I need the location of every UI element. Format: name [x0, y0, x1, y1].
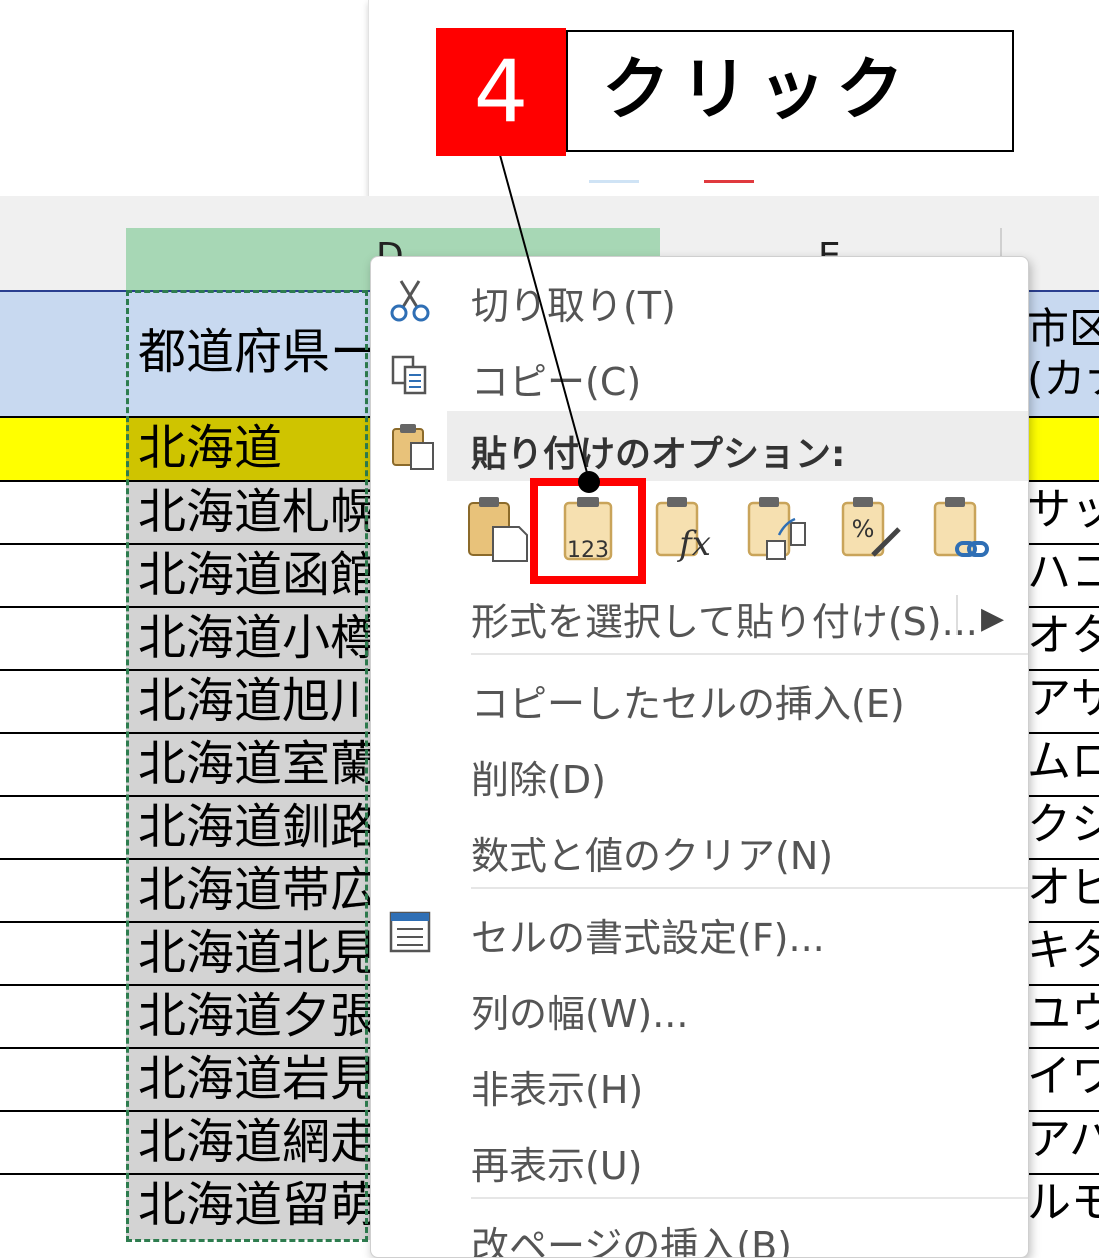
menu-item-insert-copied-cells[interactable]: コピーしたセルの挿入(E) [371, 663, 1028, 733]
menu-item-cut-label: 切り取り(T) [471, 284, 676, 328]
cell-c-prefecture[interactable] [0, 418, 126, 480]
paste-formulas-icon[interactable]: fx [651, 493, 721, 565]
cell-d[interactable]: 北海道岩見 [126, 1049, 370, 1110]
submenu-arrow-icon[interactable]: ▶ [981, 601, 1004, 636]
paste-options-header-label: 貼り付けのオプション: [471, 434, 846, 475]
cell-c[interactable] [0, 1049, 126, 1110]
cell-f-header[interactable]: 市区 (カナ [1025, 292, 1099, 416]
cell-c[interactable] [0, 608, 126, 669]
context-menu: 切り取り(T) コピー(C) 貼り付けのオプション: 123 fx % 形式を選… [370, 256, 1029, 1258]
menu-item-insert-page-break[interactable]: 改ページの挿入(B) [371, 1205, 1028, 1258]
menu-item-copy[interactable]: コピー(C) [371, 341, 1028, 411]
cell-f[interactable]: ルモイ [1025, 1175, 1099, 1240]
menu-separator [471, 887, 1028, 889]
cell-c[interactable] [0, 923, 126, 984]
cell-d[interactable]: 北海道小樽 [126, 608, 370, 669]
cell-c[interactable] [0, 1112, 126, 1173]
paste-options-header: 貼り付けのオプション: [447, 411, 1028, 481]
cell-f[interactable]: イワミ [1025, 1049, 1099, 1110]
cell-f[interactable]: ハコダ [1025, 545, 1099, 606]
menu-item-delete-label: 削除(D) [471, 758, 606, 802]
menu-item-unhide-label: 再表示(U) [471, 1144, 643, 1188]
cell-f-header-line2: (カナ [1027, 354, 1099, 404]
cell-c-header[interactable] [0, 292, 126, 416]
submenu-separator [956, 595, 958, 635]
cell-f[interactable]: サッポ [1025, 482, 1099, 543]
menu-item-insert-copied-cells-label: コピーしたセルの挿入(E) [471, 682, 905, 726]
cell-f[interactable]: キタミ [1025, 923, 1099, 984]
paste-icon[interactable] [463, 493, 533, 565]
cell-f[interactable]: オタル [1025, 608, 1099, 669]
cell-f[interactable]: オビヒ [1025, 860, 1099, 921]
paste-formatting-icon[interactable]: % [837, 493, 907, 565]
paste-transpose-icon[interactable] [743, 493, 813, 565]
cell-d[interactable]: 北海道函館 [126, 545, 370, 606]
cell-d[interactable]: 北海道北見 [126, 923, 370, 984]
menu-item-delete[interactable]: 削除(D) [371, 739, 1028, 809]
paste-link-icon[interactable] [929, 493, 999, 565]
cell-d[interactable]: 北海道留萌 [126, 1175, 370, 1240]
menu-item-format-cells-label: セルの書式設定(F)... [471, 916, 825, 960]
cell-d[interactable]: 北海道室蘭 [126, 734, 370, 795]
menu-item-column-width-label: 列の幅(W)... [471, 992, 689, 1036]
menu-item-column-width[interactable]: 列の幅(W)... [371, 973, 1028, 1043]
menu-item-copy-label: コピー(C) [471, 360, 642, 404]
svg-text:fx: fx [676, 524, 711, 564]
scissors-icon [390, 280, 430, 322]
callout-label: クリック [566, 30, 1014, 152]
cell-f[interactable]: クシロ [1025, 797, 1099, 858]
cell-d-header[interactable]: 都道府県ー [126, 292, 370, 416]
menu-item-paste-special-label: 形式を選択して貼り付け(S)... [471, 600, 978, 644]
svg-text:%: % [852, 515, 875, 543]
cell-c[interactable] [0, 1175, 126, 1240]
cell-c[interactable] [0, 986, 126, 1047]
cell-c[interactable] [0, 734, 126, 795]
cell-c[interactable] [0, 860, 126, 921]
cell-f[interactable]: ユウバ [1025, 986, 1099, 1047]
cell-f[interactable]: アバシ [1025, 1112, 1099, 1173]
menu-item-clear-contents[interactable]: 数式と値のクリア(N) [371, 815, 1028, 885]
menu-item-hide[interactable]: 非表示(H) [371, 1049, 1028, 1119]
menu-item-format-cells[interactable]: セルの書式設定(F)... [371, 897, 1028, 967]
cell-d[interactable]: 北海道旭川 [126, 671, 370, 732]
menu-item-paste-special[interactable]: 形式を選択して貼り付け(S)... [371, 581, 1028, 651]
highlight-frame [530, 478, 646, 584]
ribbon-color-mark-blue [589, 180, 639, 183]
format-cells-icon [389, 911, 431, 953]
menu-item-cut[interactable]: 切り取り(T) [371, 265, 1028, 335]
cell-f-header-line1: 市区 [1027, 304, 1099, 353]
copy-icon [391, 355, 427, 395]
menu-item-insert-page-break-label: 改ページの挿入(B) [471, 1224, 792, 1258]
cell-f[interactable]: アサヒ [1025, 671, 1099, 732]
cell-d[interactable]: 北海道帯広 [126, 860, 370, 921]
cell-d[interactable]: 北海道網走 [126, 1112, 370, 1173]
step-number-badge: 4 [436, 28, 566, 156]
cell-c[interactable] [0, 545, 126, 606]
menu-separator [471, 653, 1028, 655]
cell-d-prefecture[interactable]: 北海道 [126, 418, 370, 480]
menu-item-hide-label: 非表示(H) [471, 1068, 644, 1112]
cell-f-prefecture[interactable] [1025, 418, 1099, 480]
paste-options-icon [392, 424, 434, 470]
cell-d[interactable]: 北海道釧路 [126, 797, 370, 858]
menu-item-clear-contents-label: 数式と値のクリア(N) [471, 834, 834, 878]
cell-d[interactable]: 北海道夕張 [126, 986, 370, 1047]
cell-c[interactable] [0, 482, 126, 543]
menu-separator [471, 1197, 1028, 1199]
menu-item-unhide[interactable]: 再表示(U) [371, 1125, 1028, 1195]
cell-c[interactable] [0, 797, 126, 858]
ribbon-color-mark-red [704, 180, 754, 183]
cell-c[interactable] [0, 671, 126, 732]
cell-f[interactable]: ムロラ [1025, 734, 1099, 795]
cell-d[interactable]: 北海道札幌 [126, 482, 370, 543]
